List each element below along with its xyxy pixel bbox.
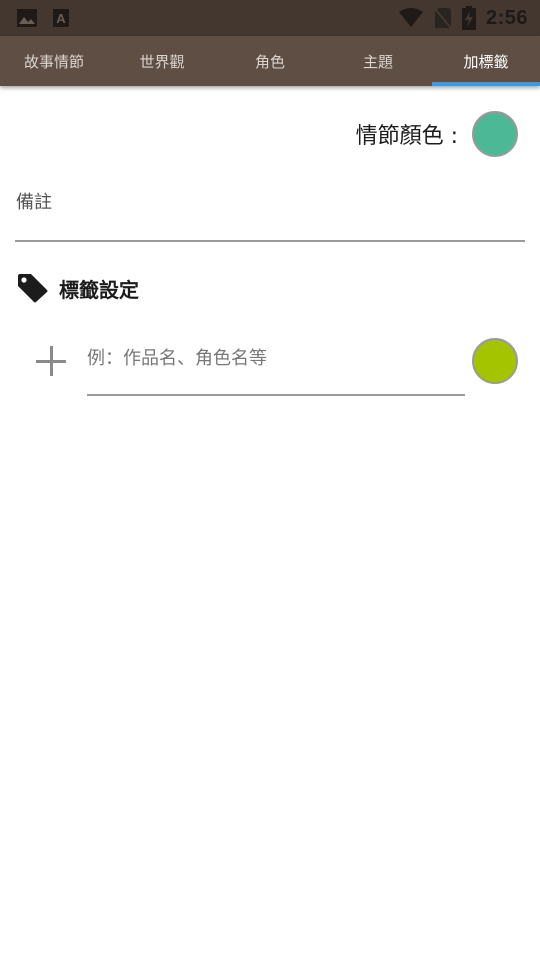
plot-color-row: 情節顏色 : <box>0 108 540 160</box>
tag-color-swatch[interactable] <box>472 338 518 384</box>
plot-color-label: 情節顏色 : <box>355 124 458 149</box>
tag-icon <box>18 274 48 303</box>
tab-bar: 故事情節 世界觀 角色 主題 加標籤 <box>0 36 540 86</box>
note-field-underline <box>15 240 525 242</box>
tab-worldview[interactable]: 世界觀 <box>108 36 216 86</box>
tag-name-input[interactable] <box>87 338 465 378</box>
tab-theme[interactable]: 主題 <box>324 36 432 86</box>
text-a-icon: A <box>53 9 69 27</box>
tag-input-underline <box>87 394 465 396</box>
status-bar: A 2:56 <box>0 0 540 36</box>
tab-add-tags[interactable]: 加標籤 <box>432 36 540 86</box>
tab-plot[interactable]: 故事情節 <box>0 36 108 86</box>
tag-settings-title: 標籤設定 <box>59 277 139 302</box>
image-icon <box>17 9 37 27</box>
battery-charging-icon <box>461 6 476 30</box>
wifi-icon <box>398 8 423 27</box>
svg-text:A: A <box>56 11 66 26</box>
status-time: 2:56 <box>485 6 528 29</box>
tab-characters[interactable]: 角色 <box>216 36 324 86</box>
note-label[interactable]: 備註 <box>16 188 52 214</box>
no-sim-icon <box>434 8 452 29</box>
tag-settings-header: 標籤設定 <box>16 273 139 303</box>
add-tag-button[interactable] <box>34 344 68 378</box>
add-tag-row <box>0 336 540 400</box>
plot-color-swatch[interactable] <box>472 111 518 157</box>
